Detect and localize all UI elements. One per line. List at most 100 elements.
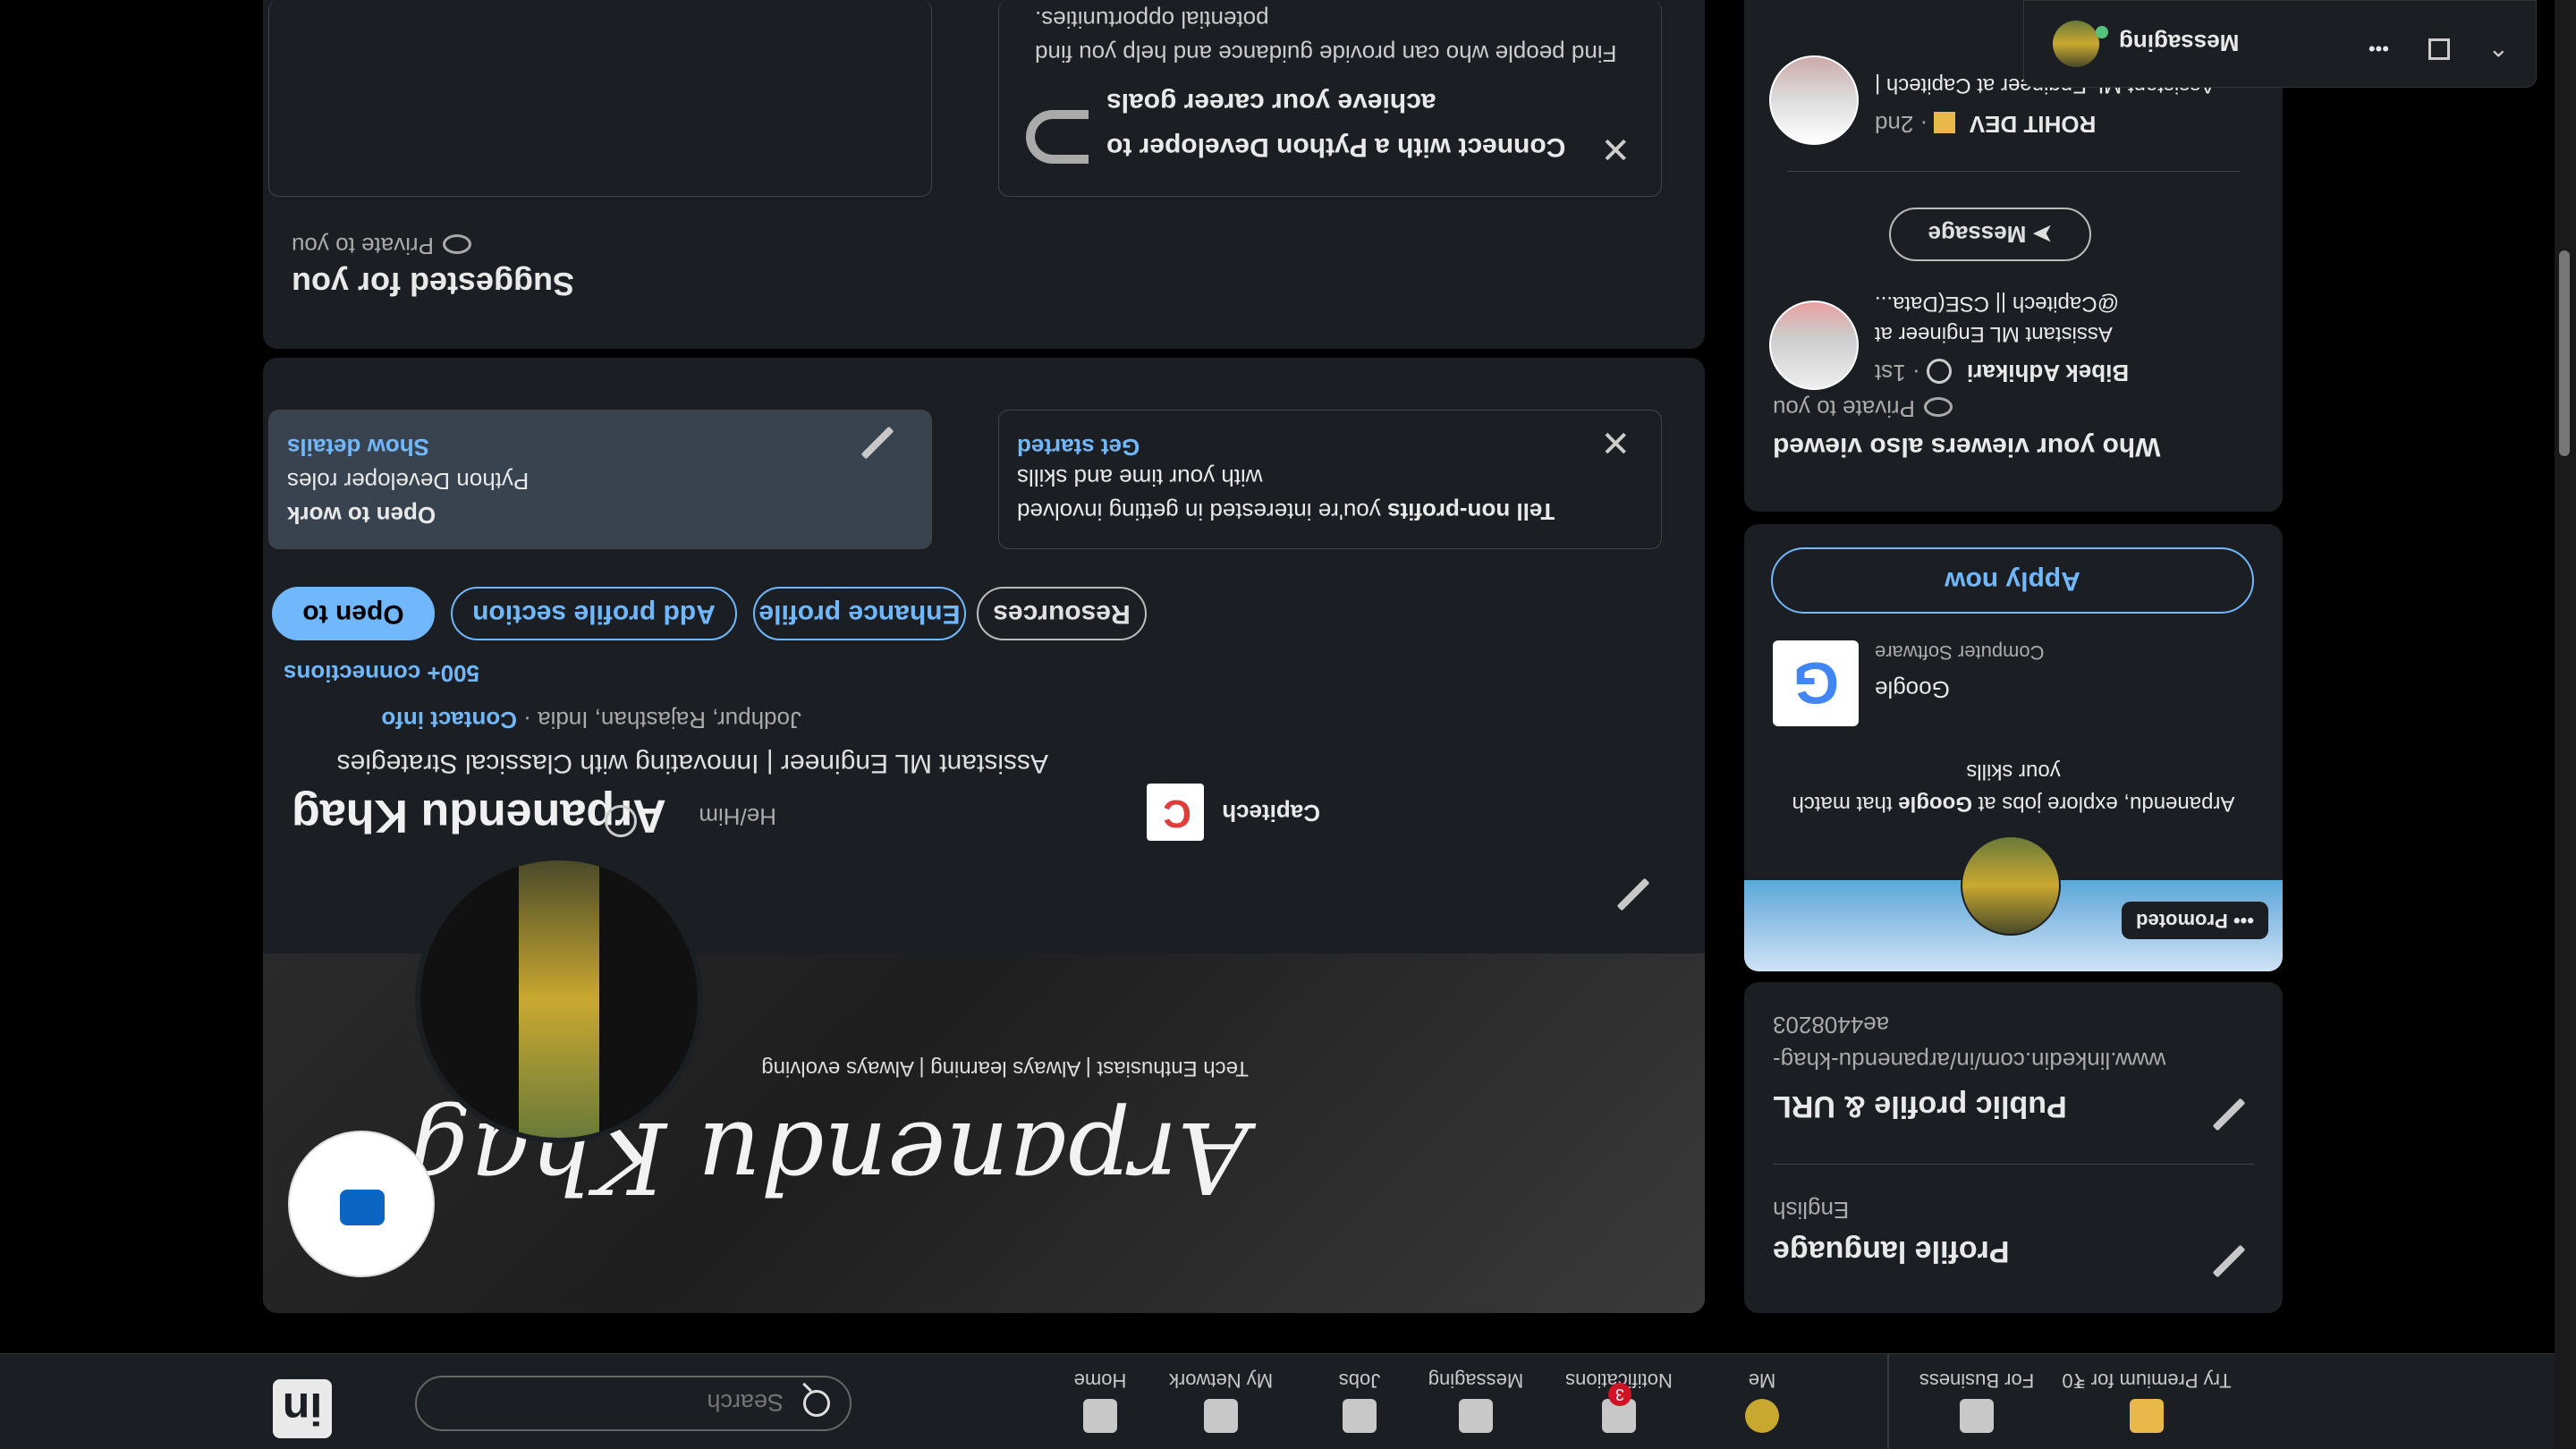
more-icon[interactable]: ••• xyxy=(2368,37,2389,60)
public-profile-title: Public profile & URL xyxy=(1773,1089,2067,1123)
premium-icon xyxy=(1934,111,1956,133)
open-to-work-title: Open to work xyxy=(287,502,436,529)
viewer-name: ROHIT DEV · 2nd xyxy=(1875,111,2097,138)
viewer-avatar[interactable] xyxy=(1769,55,1859,145)
google-logo xyxy=(1773,640,1859,726)
edit-intro-pencil-icon[interactable] xyxy=(1615,875,1651,911)
nav-for-business[interactable]: For Business xyxy=(1905,1361,2048,1433)
profile-language-title: Profile language xyxy=(1773,1234,2010,1268)
nonprofit-text: Tell non-profits you're interested in ge… xyxy=(1017,464,1555,525)
name-row: Arpanendu Khag xyxy=(292,789,882,843)
promo-industry: Computer Software xyxy=(1875,641,2045,664)
enhance-profile-button[interactable]: Enhance profile xyxy=(753,587,966,640)
nav-notifications[interactable]: Notifications 3 xyxy=(1556,1361,1682,1433)
add-profile-section-button[interactable]: Add profile section xyxy=(451,587,737,640)
banner-tagline: Tech Enthusiast | Always learning | Alwa… xyxy=(761,1056,1249,1080)
scrollbar-thumb[interactable] xyxy=(2559,250,2570,456)
company-row[interactable]: Capitech xyxy=(1141,784,1428,841)
home-icon xyxy=(1083,1399,1117,1433)
edit-public-profile-pencil-icon[interactable] xyxy=(2211,1095,2247,1131)
search-icon xyxy=(803,1390,830,1417)
location-row: Jodhpur, Rajasthan, India · Contact info xyxy=(381,707,801,733)
compose-icon[interactable] xyxy=(2428,38,2450,60)
suggested-card: Suggested for you Private to you ✕ Conne… xyxy=(263,0,1705,349)
search-box[interactable] xyxy=(415,1376,852,1431)
more-icon[interactable]: ••• xyxy=(2233,910,2254,932)
edit-open-to-work-pencil-icon[interactable] xyxy=(860,423,895,459)
messaging-icon xyxy=(1459,1399,1493,1433)
close-icon[interactable]: ✕ xyxy=(1600,128,1631,169)
promoted-card: ••• Promoted Arpanendu, explore jobs at … xyxy=(1744,524,2283,971)
notification-badge: 3 xyxy=(1608,1383,1631,1406)
magnet-icon xyxy=(1026,110,1089,164)
viewer-row[interactable]: Bibek Adhikari · 1st Assistant ML Engine… xyxy=(1875,279,2247,386)
resources-button[interactable]: Resources xyxy=(977,587,1147,640)
edit-banner-camera-icon[interactable] xyxy=(288,1131,435,1277)
messaging-label: Messaging xyxy=(2119,30,2240,56)
divider xyxy=(1773,1164,2254,1165)
apply-now-button[interactable]: Apply now xyxy=(1771,547,2254,614)
verified-icon xyxy=(605,805,637,837)
nonprofit-box: ✕ Tell non-profits you're interested in … xyxy=(998,410,1662,549)
scrollbar-track[interactable] xyxy=(2555,0,2576,1449)
viewers-title: Who your viewers also viewed xyxy=(1773,432,2161,462)
open-to-work-show-details[interactable]: Show details xyxy=(287,433,734,461)
profile-language-value: English xyxy=(1773,1197,1850,1224)
messaging-avatar xyxy=(2053,21,2099,67)
chevron-down-icon[interactable]: ⌃ xyxy=(2488,32,2509,62)
viewer-headline: Assistant ML Engineer at @Capitech || CS… xyxy=(1875,292,2119,346)
open-to-work-box[interactable]: Open to work Python Developer roles Show… xyxy=(268,410,932,549)
suggestion-connect-title: Connect with a Python Developer to achie… xyxy=(1106,88,1566,162)
me-avatar xyxy=(1745,1399,1779,1433)
viewer-avatar[interactable] xyxy=(1769,301,1859,390)
search-input[interactable] xyxy=(442,1385,785,1420)
edit-language-pencil-icon[interactable] xyxy=(2211,1241,2247,1277)
global-nav: in Home My Network Jobs Messaging Notifi… xyxy=(0,1353,2576,1449)
nav-divider xyxy=(1887,1354,1889,1449)
viewers-private: Private to you xyxy=(1773,394,2229,422)
eye-icon xyxy=(442,233,471,254)
profile-settings-card: Profile language English Public profile … xyxy=(1744,982,2283,1313)
nav-me[interactable]: Me xyxy=(1726,1361,1798,1433)
divider xyxy=(1787,171,2240,172)
grid-icon xyxy=(1960,1399,1994,1433)
company-name: Capitech xyxy=(1222,800,1320,826)
suggestion-placeholder-box xyxy=(268,0,932,197)
company-logo xyxy=(1147,784,1204,841)
send-icon: ➤ xyxy=(2026,221,2053,248)
nav-home[interactable]: Home xyxy=(1064,1361,1136,1433)
suggested-title: Suggested for you xyxy=(292,266,575,302)
profile-headline: Assistant ML Engineer | Innovating with … xyxy=(336,749,1048,778)
promo-company: Google xyxy=(1875,676,1950,703)
profile-card: Arpanendu Khag Tech Enthusiast | Always … xyxy=(263,358,1705,1313)
network-icon xyxy=(1204,1399,1238,1433)
pronouns: He/Him xyxy=(699,803,776,830)
jobs-icon xyxy=(1343,1399,1377,1433)
nav-premium[interactable]: Try Premium for ₹0 xyxy=(2057,1361,2236,1433)
nav-messaging[interactable]: Messaging xyxy=(1422,1361,1530,1433)
close-icon[interactable]: ✕ xyxy=(1600,421,1631,462)
premium-icon xyxy=(2130,1399,2164,1433)
message-button[interactable]: ➤ Message xyxy=(1889,208,2091,261)
promo-text: Arpanendu, explore jobs at Google that m… xyxy=(1792,759,2235,816)
nonprofit-get-started[interactable]: Get started xyxy=(1017,433,1572,461)
verified-icon xyxy=(1926,358,1952,384)
suggested-private: Private to you xyxy=(292,232,721,259)
open-to-button[interactable]: Open to xyxy=(272,587,435,640)
profile-name: Arpanendu Khag xyxy=(292,790,666,842)
viewer-name: Bibek Adhikari · 1st xyxy=(1875,358,2130,386)
suggestion-connect-box: ✕ Connect with a Python Developer to ach… xyxy=(998,0,1662,197)
online-status-indicator xyxy=(2096,26,2108,38)
public-profile-url[interactable]: www.linkedin.com/in/arpanendu-khag-ae440… xyxy=(1773,1007,2256,1079)
nav-jobs[interactable]: Jobs xyxy=(1324,1361,1395,1433)
suggestion-connect-desc: Find people who can provide guidance and… xyxy=(1035,6,1617,67)
open-to-work-roles: Python Developer roles xyxy=(287,468,530,495)
nav-my-network[interactable]: My Network xyxy=(1163,1361,1279,1433)
profile-photo[interactable] xyxy=(415,855,703,1143)
contact-info-link[interactable]: Contact info xyxy=(381,707,517,733)
connections-link[interactable]: 500+ connections xyxy=(284,659,479,687)
linkedin-logo[interactable]: in xyxy=(273,1379,332,1438)
eye-icon xyxy=(1923,396,1953,417)
promoted-label[interactable]: ••• Promoted xyxy=(2122,902,2268,939)
messaging-overlay[interactable]: Messaging ••• ⌃ xyxy=(2023,0,2537,88)
